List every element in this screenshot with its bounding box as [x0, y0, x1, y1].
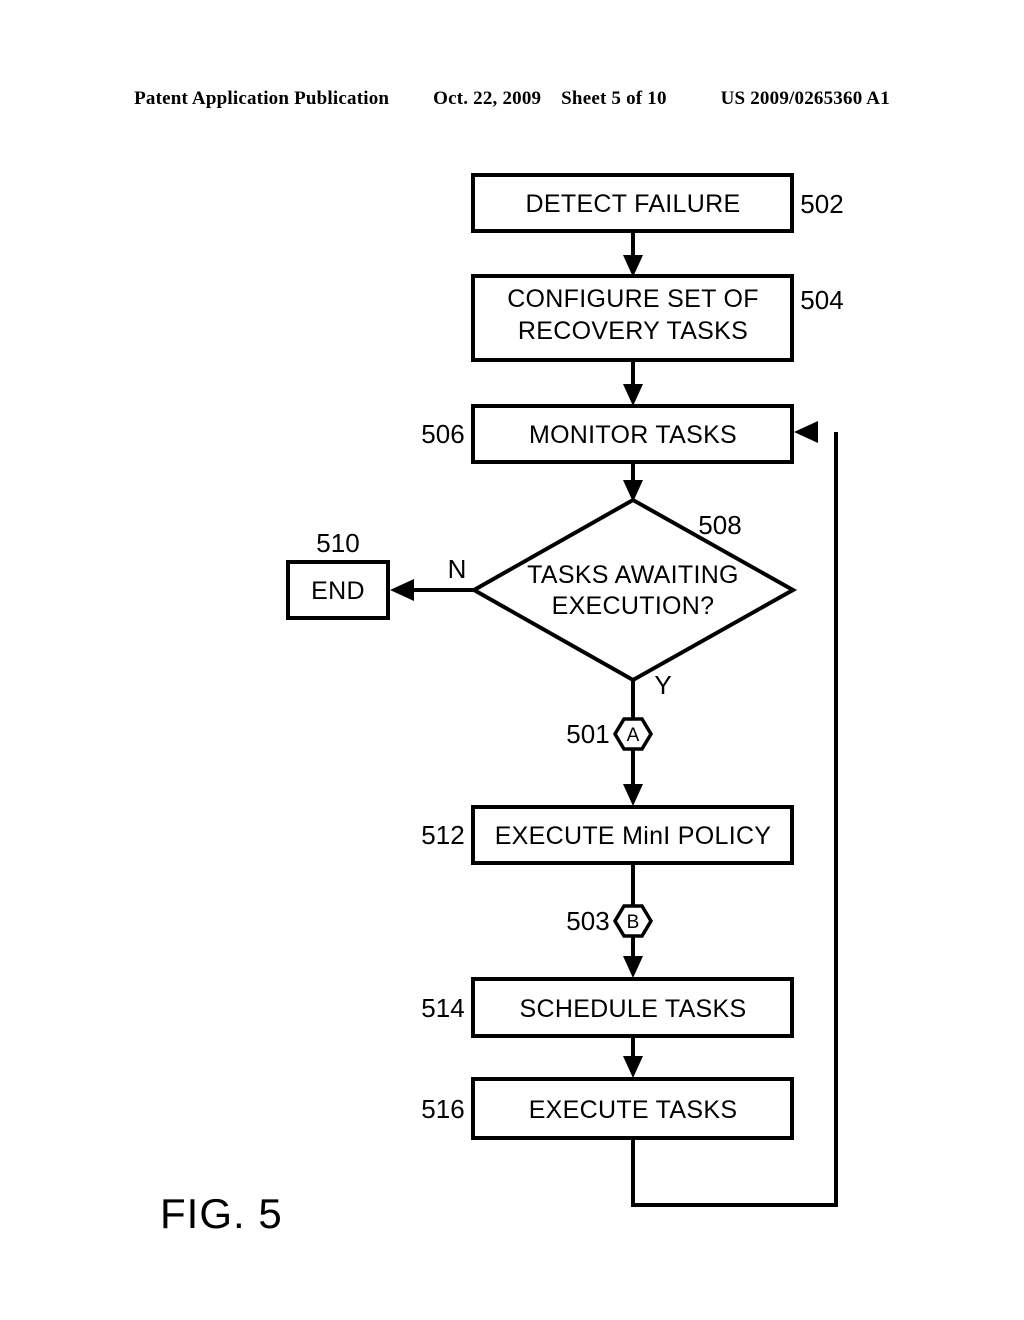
ref-number-503: 503	[566, 906, 609, 936]
flow-arrow-schedule-to-execute	[623, 1036, 643, 1078]
figure-caption: FIG. 5	[160, 1190, 283, 1237]
ref-number-501: 501	[566, 719, 609, 749]
flowchart-diagram: DETECT FAILURE 502 CONFIGURE SET OF RECO…	[160, 173, 844, 1237]
node-configure-recovery-tasks-label-line2: RECOVERY TASKS	[518, 317, 748, 345]
node-detect-failure-label: DETECT FAILURE	[526, 190, 741, 218]
ref-number-514: 514	[421, 993, 464, 1023]
branch-label-yes: Y	[654, 670, 671, 700]
ref-number-508: 508	[698, 510, 741, 540]
node-detect-failure[interactable]: DETECT FAILURE	[471, 173, 794, 233]
node-tasks-awaiting-execution[interactable]: TASKS AWAITING EXECUTION?	[469, 497, 798, 683]
flow-arrow-connector-a-to-execute-policy	[623, 749, 643, 806]
node-execute-tasks[interactable]: EXECUTE TASKS	[471, 1077, 794, 1140]
node-monitor-tasks[interactable]: MONITOR TASKS	[471, 404, 794, 464]
node-execute-tasks-label: EXECUTE TASKS	[529, 1096, 738, 1124]
flow-arrow-configure-to-monitor	[623, 360, 643, 406]
flow-arrow-detect-to-configure	[623, 231, 643, 277]
ref-number-510: 510	[316, 528, 359, 558]
node-execute-mini-policy-label: EXECUTE MinI POLICY	[495, 822, 772, 850]
ref-number-502: 502	[800, 189, 843, 219]
node-schedule-tasks[interactable]: SCHEDULE TASKS	[471, 977, 794, 1038]
node-connector-a[interactable]: A	[612, 717, 654, 751]
node-end-label: END	[311, 577, 365, 605]
ref-number-512: 512	[421, 820, 464, 850]
node-tasks-awaiting-execution-label-line2: EXECUTION?	[552, 592, 715, 620]
node-end[interactable]: END	[286, 560, 390, 620]
flow-arrow-monitor-to-decision	[623, 462, 643, 502]
ref-number-504: 504	[800, 285, 843, 315]
node-connector-b-label: B	[627, 912, 640, 933]
node-tasks-awaiting-execution-label-line1: TASKS AWAITING	[527, 561, 739, 589]
ref-number-516: 516	[421, 1094, 464, 1124]
node-schedule-tasks-label: SCHEDULE TASKS	[520, 995, 747, 1023]
flow-arrow-connector-b-to-schedule	[623, 936, 643, 978]
node-configure-recovery-tasks-label-line1: CONFIGURE SET OF	[507, 285, 759, 313]
node-connector-a-label: A	[627, 725, 640, 746]
branch-label-no: N	[448, 554, 467, 584]
node-configure-recovery-tasks[interactable]: CONFIGURE SET OF RECOVERY TASKS	[471, 274, 794, 362]
node-connector-b[interactable]: B	[612, 904, 654, 938]
ref-number-506: 506	[421, 419, 464, 449]
node-execute-mini-policy[interactable]: EXECUTE MinI POLICY	[471, 805, 794, 865]
node-monitor-tasks-label: MONITOR TASKS	[529, 421, 737, 449]
